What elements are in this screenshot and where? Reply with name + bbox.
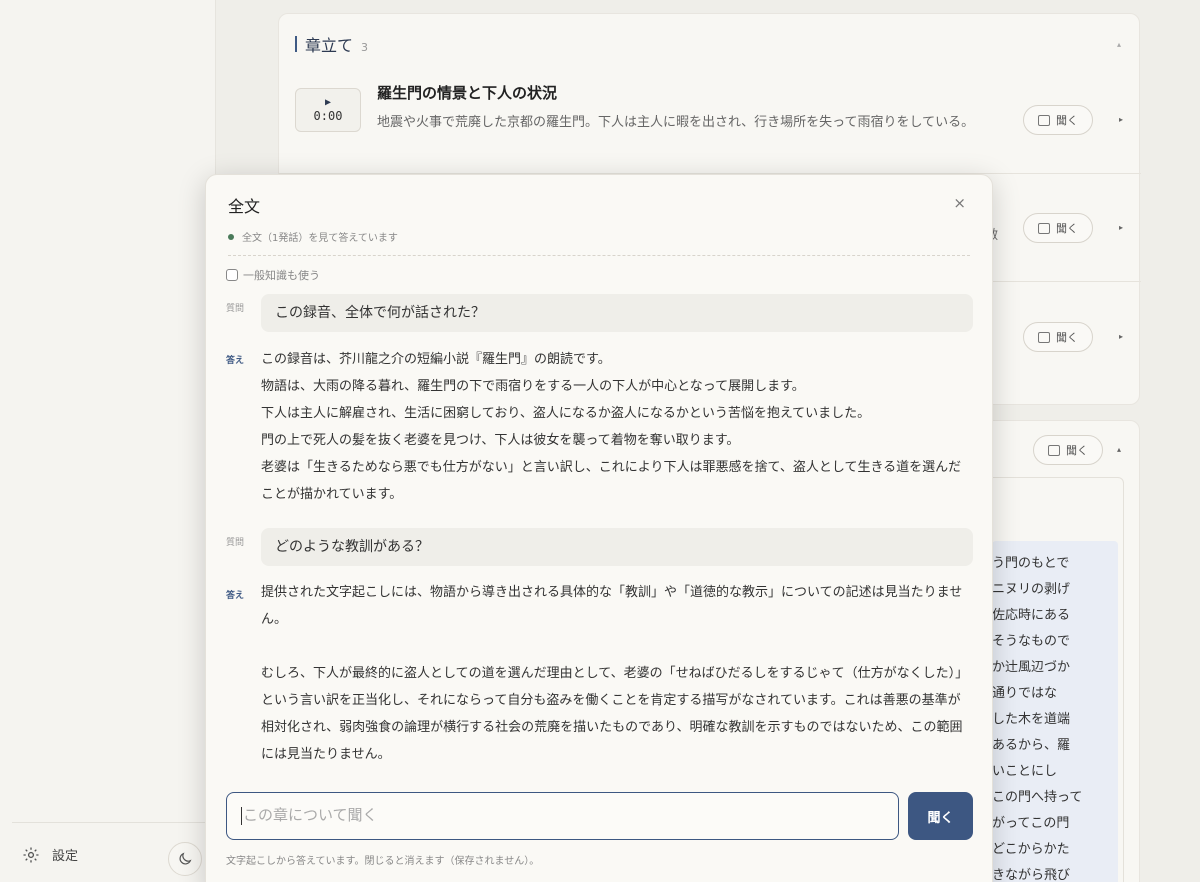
ask-label: 聞く [1056,114,1078,127]
expand-arrow-icon[interactable]: ▸ [1119,115,1123,124]
chat-icon [1038,222,1050,234]
answer-line: 門の上で死人の髪を抜く老婆を見つけ、下人は彼女を襲って着物を奪い取ります。 [261,433,740,448]
question-role-label: 質問 [226,304,245,314]
answer-line: むしろ、下人が最終的に盗人としての道を選んだ理由として、老婆の「せねばひだるしを… [261,666,969,762]
question-bubble: この録音、全体で何が話された？ [261,294,973,332]
collapse-icon[interactable]: ▴ [1117,40,1121,49]
accent-bar [295,36,297,52]
text-caret [241,806,242,825]
transcript-text: う門のもとで ニヌリの剥げ 佐応時にある そうなもので か辻風辺づか 通りではなした木を道… [992,541,1118,882]
transcript-line: ニヌリの剥げ [992,582,1071,597]
modal-title: 全文 [228,197,261,216]
play-button[interactable]: ▶ 0:00 [295,88,361,132]
transcript-line: どこからかた [992,842,1070,857]
chapter-description: 地震や火事で荒廃した京都の羅生門。下人は主人に暇を出され、行き場所を失って雨宿り… [377,115,975,130]
ask-button[interactable]: 聞く [1023,322,1093,352]
chapters-count: 3 [361,41,369,54]
general-knowledge-option[interactable]: 一般知識も使う [226,267,320,283]
transcript-line: か辻風辺づか [992,660,1071,675]
ask-button[interactable]: 聞く [1023,213,1093,243]
general-knowledge-checkbox[interactable] [226,269,238,281]
chapter-time: 0:00 [313,109,343,123]
answer-spacer [261,633,973,660]
ask-label: 聞く [1056,331,1078,344]
answer-line: この録音は、芥川龍之介の短編小説『羅生門』の朗読です。 [261,352,611,367]
transcript-line: そうなもので [992,634,1071,649]
chapter-title: 羅生門の情景と下人の状況 [377,84,558,102]
ask-button[interactable]: 聞く [1023,105,1093,135]
answer-line: 物語は、大雨の降る暮れ、羅生門の下で雨宿りをする一人の下人が中心となって展開しま… [261,379,805,394]
collapse-icon[interactable]: ▴ [1117,445,1121,454]
general-knowledge-label: 一般知識も使う [243,269,320,282]
chat-icon [1048,444,1060,456]
expand-arrow-icon[interactable]: ▸ [1119,223,1123,232]
question-input[interactable]: この章について聞く [226,792,899,840]
settings-button[interactable]: 設定 [22,845,78,864]
ask-button[interactable]: 聞く [1033,435,1103,465]
qa-modal: 全文 × 全文（1発話）を見て答えています 一般知識も使う 質問 この録音、全体… [205,174,993,882]
input-placeholder: この章について聞く [243,806,378,824]
transcript-line: がってこの門 [992,816,1070,831]
chat-icon [1038,331,1050,343]
question-role-label: 質問 [226,538,245,548]
close-icon[interactable]: × [953,194,966,212]
transcript-line: あるから、羅 [992,738,1071,753]
answer-text: 提供された文字起こしには、物語から導き出される具体的な「教訓」や「道徳的な教示」… [261,579,973,768]
expand-arrow-icon[interactable]: ▸ [1119,332,1123,341]
chapter-row[interactable]: ▶ 0:00 羅生門の情景と下人の状況 地震や火事で荒廃した京都の羅生門。下人は… [279,66,1141,174]
modal-status: 全文（1発話）を見て答えています [228,229,398,244]
gear-icon [23,847,39,862]
divider [228,255,970,256]
send-button[interactable]: 聞く [908,792,973,840]
answer-line: 提供された文字起こしには、物語から導き出される具体的な「教訓」や「道徳的な教示」… [261,585,963,627]
ask-label: 聞く [1066,444,1088,457]
answer-text: この録音は、芥川龍之介の短編小説『羅生門』の朗読です。 物語は、大雨の降る暮れ、… [261,346,973,508]
answer-role-label: 答え [226,356,245,366]
sidebar: 設定 [0,0,216,882]
transcript-line: きながら飛び [992,868,1071,882]
chapters-title: 章立て [305,36,354,55]
transcript-line: この門へ持って [992,790,1083,805]
status-dot [228,233,234,240]
ask-label: 聞く [1056,222,1078,235]
transcript-line: した木を道端 [992,712,1071,727]
transcript-line: 佐応時にある [992,608,1071,623]
question-bubble: どのような教訓がある？ [261,528,973,566]
theme-toggle-button[interactable] [168,842,202,876]
moon-icon [179,852,192,865]
chapters-header: 章立て 3 [295,32,368,56]
transcript-line: う門のもとで [992,556,1070,571]
transcript-line: いことにし [992,764,1058,779]
answer-line: 老婆は「生きるためなら悪でも仕方がない」と言い訳し、これにより下人は罪悪感を捨て… [261,460,962,502]
status-text: 全文（1発話）を見て答えています [242,233,398,244]
modal-footnote: 文字起こしから答えています。閉じると消えます（保存されません）。 [226,856,540,867]
chat-icon [1038,114,1050,126]
settings-label: 設定 [52,849,79,864]
sidebar-footer: 設定 [12,822,215,882]
answer-role-label: 答え [226,591,245,601]
transcript-line: 通りではな [992,686,1058,701]
answer-line: 下人は主人に解雇され、生活に困窮しており、盗人になるか盗人になるかという苦悩を抱… [261,406,871,421]
play-icon: ▶ [324,97,332,108]
